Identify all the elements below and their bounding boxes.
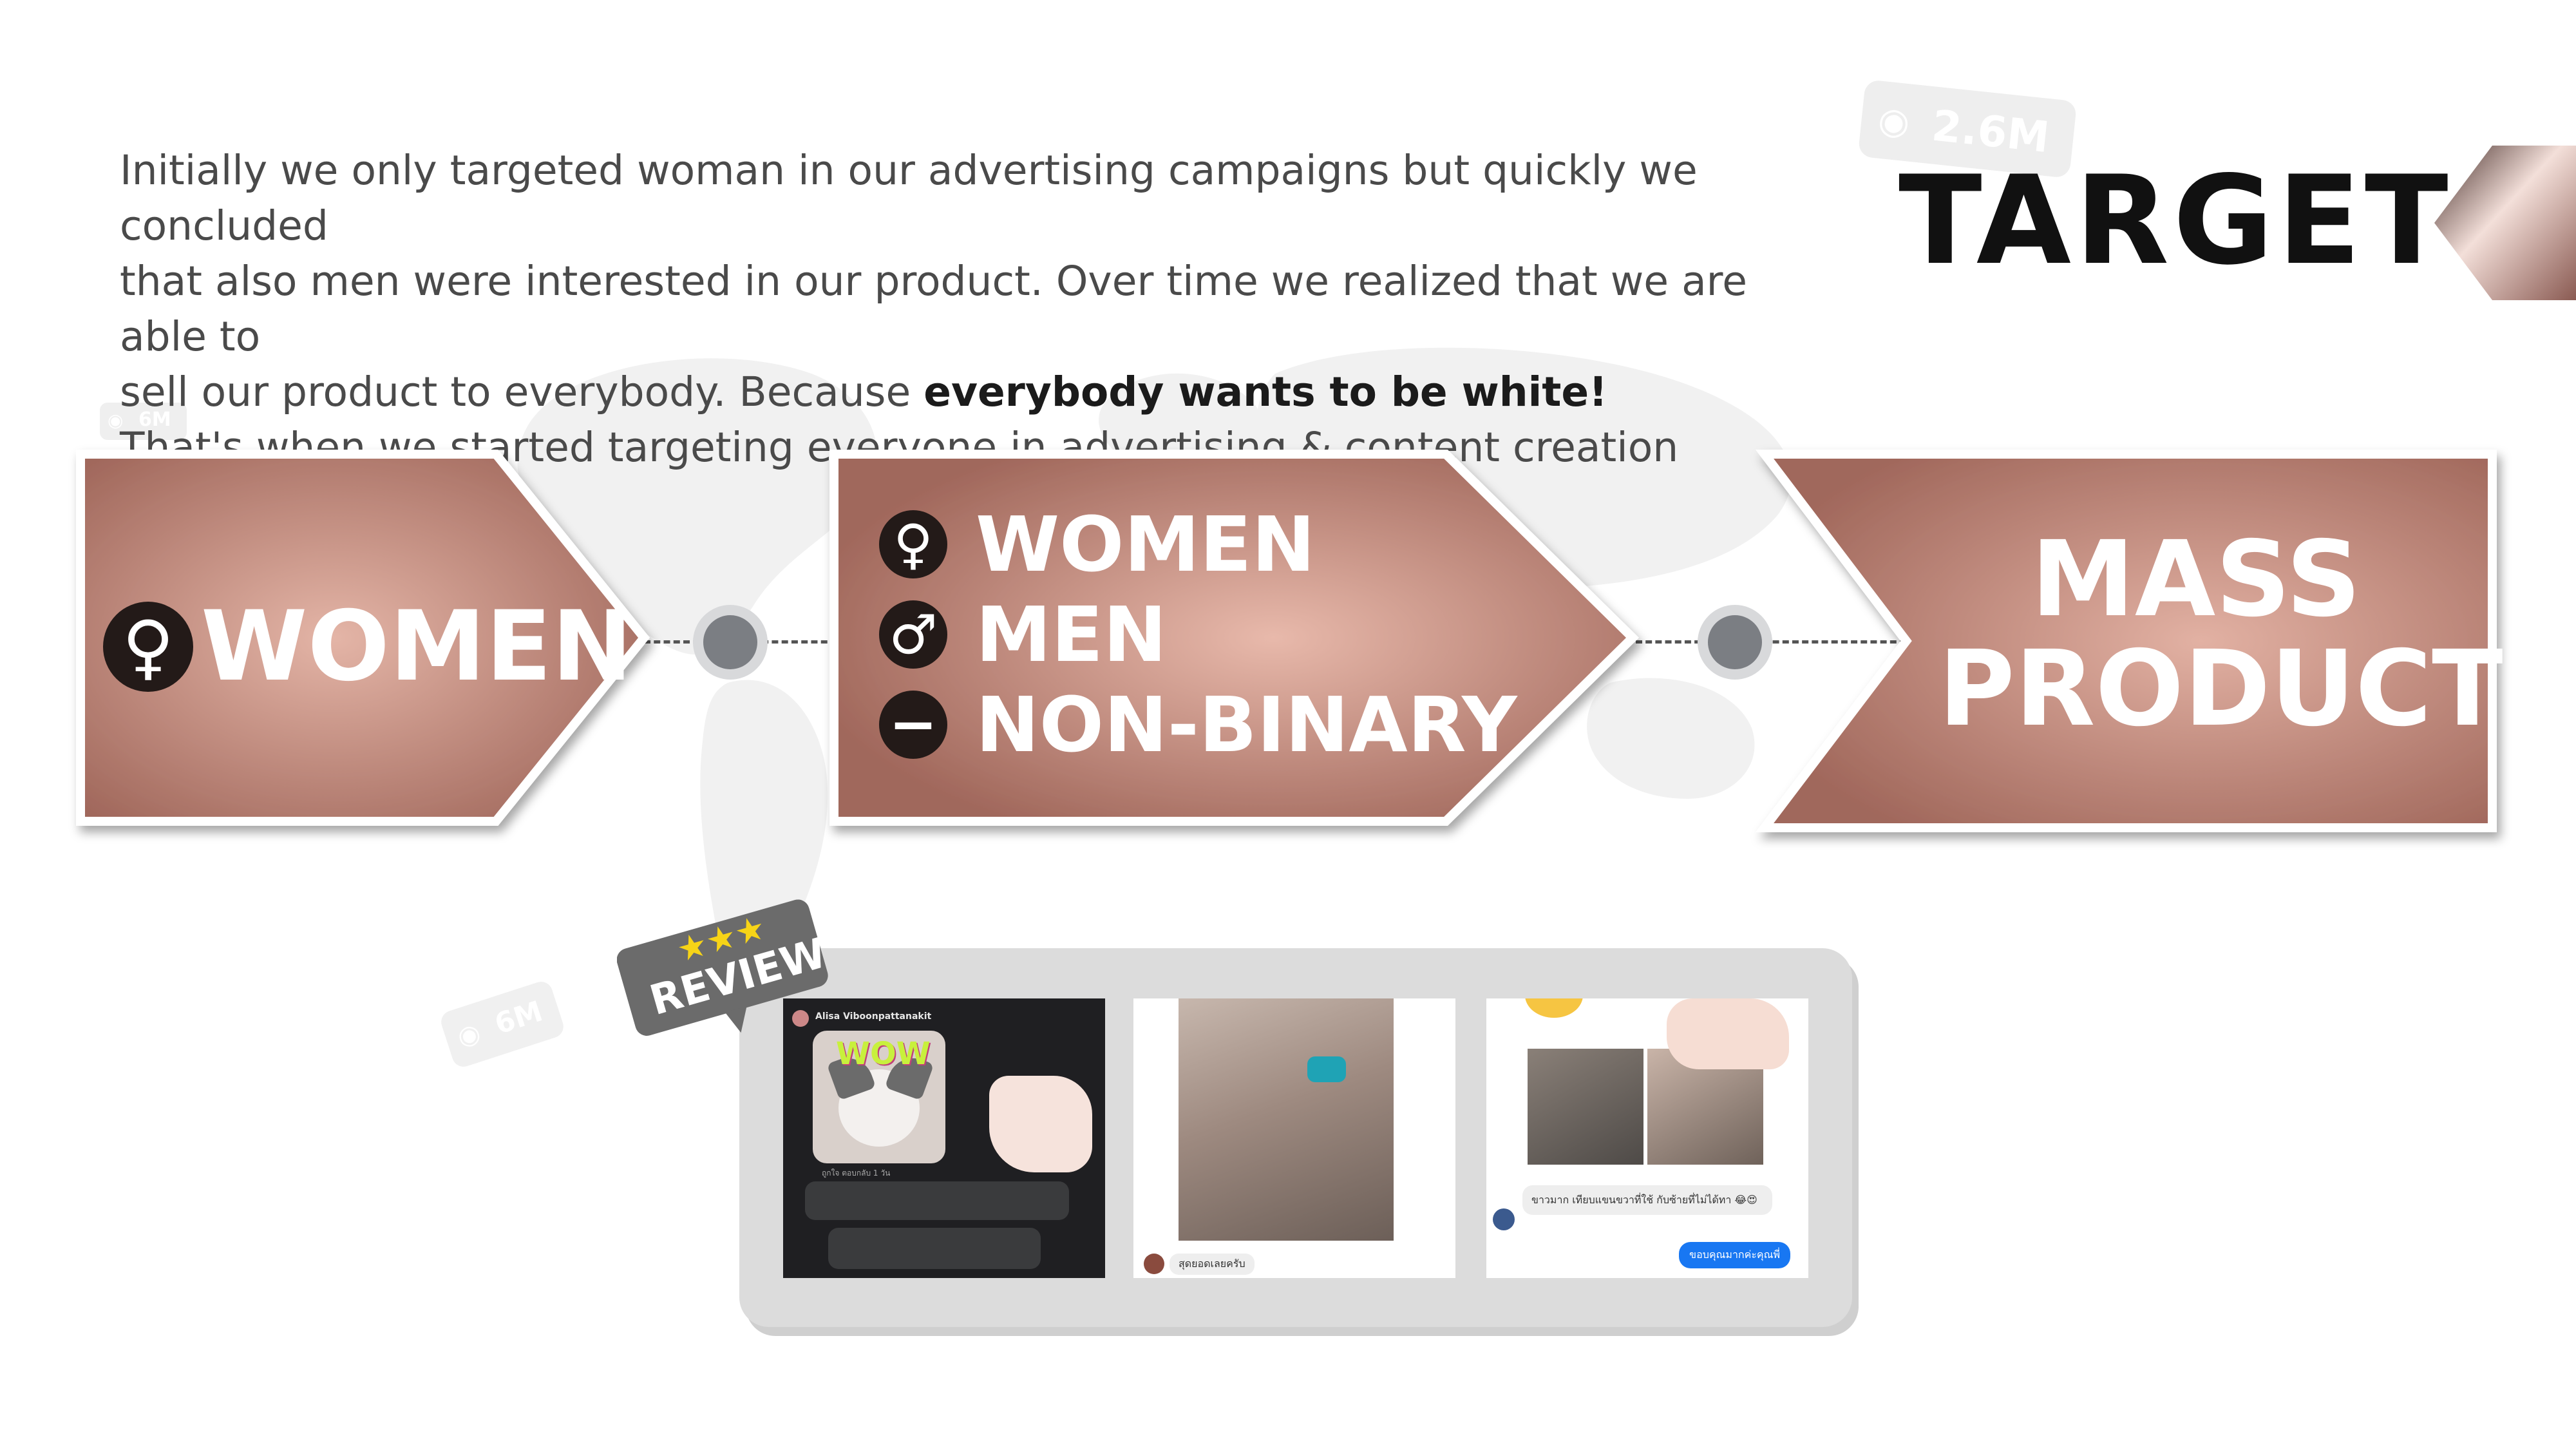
product-sticker xyxy=(989,1076,1092,1172)
review-screenshot[interactable]: Alisa Viboonpattanakit WOW ถูกใจ ตอบกลับ… xyxy=(783,998,1105,1278)
male-icon: ♂ xyxy=(879,600,947,669)
gender-item-women: ♀ WOMEN xyxy=(879,499,1517,589)
reviewer-avatar xyxy=(1493,1208,1515,1230)
female-icon: ♀ xyxy=(879,510,947,578)
comment-bubble xyxy=(805,1181,1069,1220)
stage-all-genders: ♀ WOMEN ♂ MEN − NON-BINARY xyxy=(828,448,1639,828)
views-count-small: 6M xyxy=(491,995,547,1041)
comment-bubble xyxy=(828,1228,1041,1269)
gender-label: MEN xyxy=(976,590,1167,679)
gender-list: ♀ WOMEN ♂ MEN − NON-BINARY xyxy=(879,499,1517,770)
women-text: WOMEN xyxy=(201,591,633,703)
wow-text: WOW xyxy=(836,1036,931,1072)
stage-women: ♀ WOMEN xyxy=(74,448,654,828)
minus-icon: − xyxy=(879,691,947,759)
intro-line: that also men were interested in our pro… xyxy=(120,258,1747,360)
watch xyxy=(1307,1056,1346,1082)
mass-product-label: MASS PRODUCT xyxy=(1938,519,2503,750)
gender-label: WOMEN xyxy=(976,500,1316,589)
review-caption: ขาวมาก เทียบแขนขวาที่ใช้ กับซ้ายที่ไม่ได… xyxy=(1522,1185,1772,1215)
review-screenshot[interactable]: สุดยอดเลยครับ xyxy=(1133,998,1455,1278)
product-text: PRODUCT xyxy=(1938,629,2503,750)
intro-text: sell our product to everybody. Because xyxy=(120,368,924,415)
review-caption: สุดยอดเลยครับ xyxy=(1170,1254,1255,1275)
review-gallery: Alisa Viboonpattanakit WOW ถูกใจ ตอบกลับ… xyxy=(739,948,1852,1327)
intro-emphasis: everybody wants to be white! xyxy=(923,368,1607,415)
stage-women-label: ♀ WOMEN xyxy=(103,591,632,703)
eye-icon: ◉ xyxy=(1876,99,1912,144)
stage-mass-product: MASS PRODUCT xyxy=(1755,448,2503,834)
page-title: TARGET xyxy=(1899,149,2452,292)
timeline-dot xyxy=(693,605,768,680)
product-sticker xyxy=(1667,998,1789,1069)
comment-meta: ถูกใจ ตอบกลับ 1 วัน xyxy=(822,1169,891,1178)
arm-photo xyxy=(1179,998,1394,1241)
gender-item-non-binary: − NON-BINARY xyxy=(879,680,1517,770)
corner-arrow-tab xyxy=(2434,146,2576,300)
intro-line: Initially we only targeted woman in our … xyxy=(120,147,1698,249)
eye-icon: ◉ xyxy=(453,1017,484,1053)
review-screenshot[interactable]: ขาวมาก เทียบแขนขวาที่ใช้ กับซ้ายที่ไม่ได… xyxy=(1486,998,1808,1278)
gender-item-men: ♂ MEN xyxy=(879,589,1517,680)
reply-bubble: ขอบคุณมากค่ะคุณพี่ xyxy=(1679,1242,1790,1268)
emoji-sticker xyxy=(1525,998,1583,1018)
mass-text: MASS xyxy=(2031,519,2362,640)
comparison-photo-left xyxy=(1528,1049,1643,1165)
female-icon: ♀ xyxy=(103,602,193,692)
cat-sticker: WOW xyxy=(813,1031,945,1163)
reviewer-name: Alisa Viboonpattanakit xyxy=(815,1011,932,1022)
intro-line: sell our product to everybody. Because e… xyxy=(120,365,1820,420)
intro-paragraph: Initially we only targeted woman in our … xyxy=(120,143,1820,475)
gender-label: NON-BINARY xyxy=(976,680,1517,769)
review-badge: ★★★ REVIEW xyxy=(617,897,831,1036)
reviewer-avatar xyxy=(1144,1254,1164,1274)
